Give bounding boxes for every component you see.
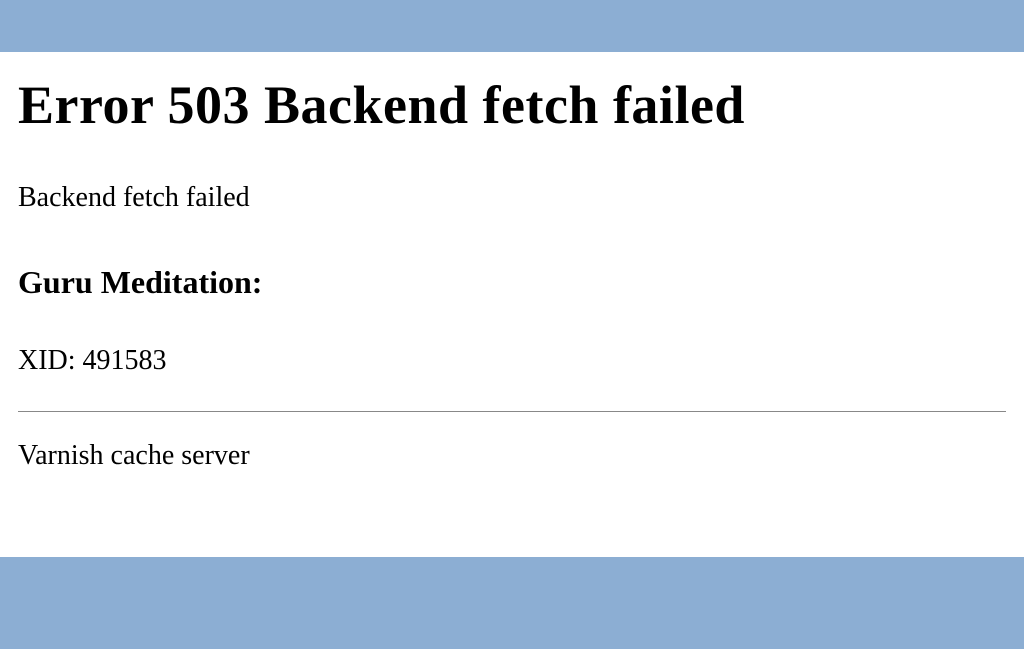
error-message: Backend fetch failed: [18, 182, 1006, 214]
guru-meditation-heading: Guru Meditation:: [18, 264, 1006, 301]
error-title: Error 503 Backend fetch failed: [18, 74, 1006, 136]
error-page-content: Error 503 Backend fetch failed Backend f…: [0, 52, 1024, 557]
divider: [18, 411, 1006, 412]
server-info: Varnish cache server: [18, 440, 1006, 472]
xid-value: XID: 491583: [18, 345, 1006, 377]
